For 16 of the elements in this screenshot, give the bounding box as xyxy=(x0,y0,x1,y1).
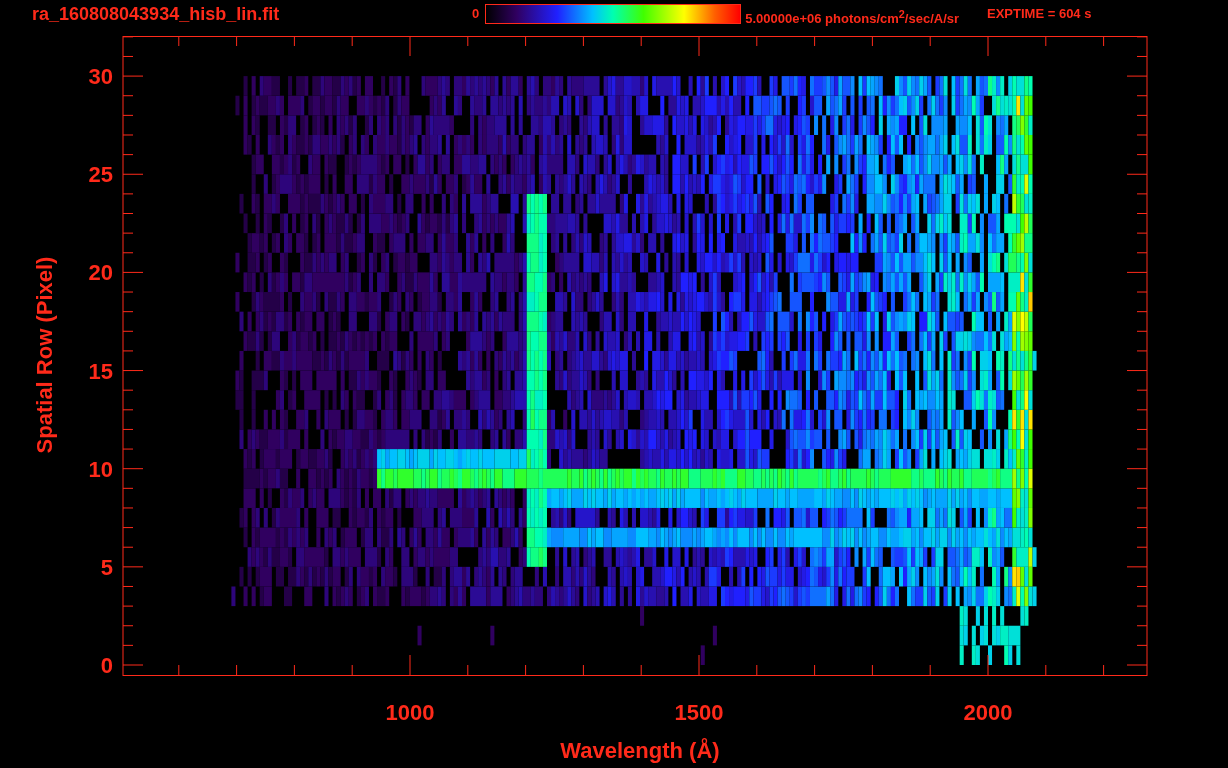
axis-label: Wavelength (Å) xyxy=(560,738,720,763)
tick-label: 10 xyxy=(88,456,113,482)
tick-label: 0 xyxy=(100,653,113,678)
tick-label: 1000 xyxy=(385,700,435,725)
colorbar-min-label: 0 xyxy=(472,5,480,23)
tick-label: 1500 xyxy=(674,700,724,725)
tick-label: 15 xyxy=(88,358,113,384)
tick-label: 5 xyxy=(100,554,113,580)
file-title: ra_160808043934_hisb_lin.fit xyxy=(32,4,281,24)
tick-label: 20 xyxy=(88,260,113,286)
tick-label: 30 xyxy=(88,64,113,90)
tick-label: 2000 xyxy=(963,700,1013,725)
exposure-time: EXPTIME = 604 s xyxy=(987,5,1092,23)
tick-label: 25 xyxy=(88,162,113,188)
colorbar-max-label: 5.00000e+06 photons/cm$^{2}$/sec/A/sr xyxy=(745,7,960,29)
axis-label: Spatial Row (Pixel) xyxy=(32,256,57,454)
